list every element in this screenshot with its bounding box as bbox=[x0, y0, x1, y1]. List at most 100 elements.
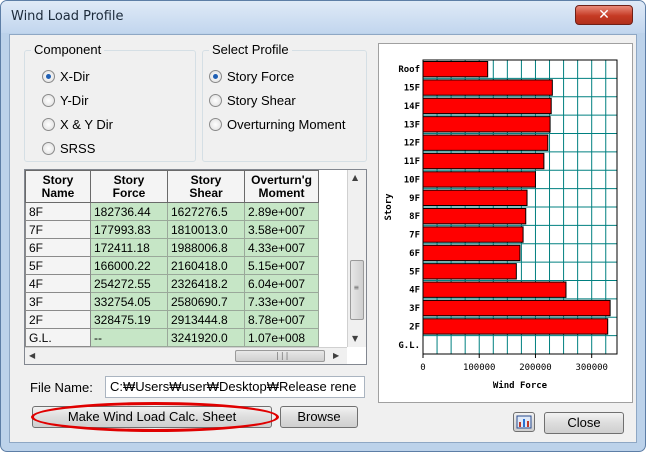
cell-story-force: 166000.22 bbox=[90, 256, 168, 275]
category-label: 6F bbox=[409, 249, 420, 259]
table-row[interactable]: 7F 177993.83 1810013.0 3.58e+007 bbox=[25, 220, 319, 239]
cell-overturning-moment: 1.07e+008 bbox=[244, 328, 319, 347]
cell-overturning-moment: 3.58e+007 bbox=[244, 220, 319, 239]
vertical-scroll-thumb[interactable]: ≡ bbox=[350, 260, 364, 320]
cell-story-name: 5F bbox=[25, 256, 91, 275]
grip-icon: ≡ bbox=[354, 283, 359, 292]
radio-unchecked-icon bbox=[42, 118, 55, 131]
red-highlight-ellipse bbox=[31, 402, 279, 432]
bar bbox=[422, 189, 528, 206]
category-label: 7F bbox=[409, 231, 420, 241]
bar bbox=[422, 79, 553, 96]
horizontal-scroll-thumb[interactable]: ||| bbox=[235, 350, 325, 362]
cell-story-shear: 2580690.7 bbox=[167, 292, 245, 311]
table-row[interactable]: 8F 182736.44 1627276.5 2.89e+007 bbox=[25, 202, 319, 221]
grip-icon: ||| bbox=[275, 351, 290, 360]
title-bar[interactable]: Wind Load Profile ✕ bbox=[1, 1, 645, 33]
radio-srss[interactable]: SRSS bbox=[42, 141, 95, 157]
x-tick-label: 200000 bbox=[519, 363, 552, 373]
radio-xy-dir-label: X & Y Dir bbox=[60, 117, 113, 132]
cell-story-force: 172411.18 bbox=[90, 238, 168, 257]
radio-unchecked-icon bbox=[209, 118, 222, 131]
scroll-right-arrow-icon[interactable]: ▶ bbox=[333, 351, 339, 360]
window-close-button[interactable]: ✕ bbox=[575, 5, 633, 25]
radio-story-shear-label: Story Shear bbox=[227, 93, 296, 108]
radio-y-dir[interactable]: Y-Dir bbox=[42, 93, 88, 109]
select-profile-group-title: Select Profile bbox=[209, 42, 292, 57]
radio-xy-dir[interactable]: X & Y Dir bbox=[42, 117, 113, 133]
scroll-left-arrow-icon[interactable]: ◀ bbox=[29, 351, 35, 360]
bar bbox=[422, 226, 524, 243]
bar bbox=[422, 61, 489, 78]
scroll-up-arrow-icon[interactable]: ▲ bbox=[352, 173, 358, 182]
bar bbox=[422, 281, 567, 298]
header-story-force[interactable]: Story Force bbox=[90, 170, 168, 203]
category-label: 2F bbox=[409, 322, 420, 332]
bar bbox=[422, 134, 549, 151]
bar bbox=[422, 244, 521, 262]
table-row[interactable]: 6F 172411.18 1988006.8 4.33e+007 bbox=[25, 238, 319, 257]
x-axis-label: Wind Force bbox=[493, 380, 548, 391]
cell-overturning-moment: 6.04e+007 bbox=[244, 274, 319, 293]
horizontal-scrollbar[interactable]: ◀ ||| ▶ bbox=[25, 347, 347, 364]
category-label: 11F bbox=[404, 157, 420, 167]
file-name-field[interactable]: C:₩Users₩user₩Desktop₩Release rene bbox=[105, 376, 365, 398]
select-profile-group: Select Profile Story Force Story Shear O… bbox=[202, 42, 367, 162]
bar bbox=[422, 208, 527, 225]
cell-story-force: 332754.05 bbox=[90, 292, 168, 311]
header-overturning-moment[interactable]: Overturn'g Moment bbox=[244, 170, 319, 203]
category-label: 10F bbox=[404, 175, 420, 185]
bar bbox=[422, 299, 611, 317]
file-name-label: File Name: bbox=[30, 380, 93, 395]
cell-story-name: 7F bbox=[25, 220, 91, 239]
cell-story-name: 4F bbox=[25, 274, 91, 293]
chart-view-button[interactable] bbox=[513, 412, 535, 432]
category-label: 9F bbox=[409, 194, 420, 204]
cell-story-name: 3F bbox=[25, 292, 91, 311]
table-header-row: Story Name Story Force Story Shear Overturn… bbox=[25, 170, 319, 203]
radio-x-dir[interactable]: X-Dir bbox=[42, 69, 90, 85]
cell-story-shear: 1627276.5 bbox=[167, 202, 245, 221]
radio-story-force[interactable]: Story Force bbox=[209, 69, 294, 85]
radio-story-shear[interactable]: Story Shear bbox=[209, 93, 296, 109]
wind-force-chart-svg: Roof 15F 14F 13F 12F 11F 10F 9F 8F 7F 6F 5F 4F 3F 2F G.… bbox=[384, 59, 618, 391]
cell-story-shear: 3241920.0 bbox=[167, 328, 245, 347]
radio-srss-label: SRSS bbox=[60, 141, 96, 156]
category-label: 13F bbox=[404, 120, 420, 130]
table-row[interactable]: G.L. -- 3241920.0 1.07e+008 bbox=[25, 328, 319, 347]
radio-overturning-moment-label: Overturning Moment bbox=[227, 117, 346, 132]
browse-button[interactable]: Browse bbox=[280, 406, 358, 428]
radio-unchecked-icon bbox=[42, 142, 55, 155]
cell-story-name: 6F bbox=[25, 238, 91, 257]
x-tick-label: 100000 bbox=[463, 363, 496, 373]
radio-overturning-moment[interactable]: Overturning Moment bbox=[209, 117, 346, 133]
story-data-grid[interactable]: Story Name Story Force Story Shear Overturn… bbox=[24, 169, 367, 365]
table-row[interactable]: 5F 166000.22 2160418.0 5.15e+007 bbox=[25, 256, 319, 275]
cell-story-force: 177993.83 bbox=[90, 220, 168, 239]
bar bbox=[422, 116, 551, 133]
header-story-name[interactable]: Story Name bbox=[25, 170, 91, 203]
cell-overturning-moment: 8.78e+007 bbox=[244, 310, 319, 329]
header-story-shear[interactable]: Story Shear bbox=[167, 170, 245, 203]
y-axis-label: Story bbox=[384, 193, 394, 221]
bar bbox=[422, 97, 552, 115]
table-row[interactable]: 4F 254272.55 2326418.2 6.04e+007 bbox=[25, 274, 319, 293]
category-label: 3F bbox=[409, 304, 420, 314]
cell-story-force: 182736.44 bbox=[90, 202, 168, 221]
category-label: 4F bbox=[409, 286, 420, 296]
scroll-down-arrow-icon[interactable]: ▼ bbox=[352, 334, 358, 343]
bar-chart-icon bbox=[516, 415, 532, 429]
table-row[interactable]: 3F 332754.05 2580690.7 7.33e+007 bbox=[25, 292, 319, 311]
cell-overturning-moment: 5.15e+007 bbox=[244, 256, 319, 275]
category-label: 8F bbox=[409, 212, 420, 222]
category-label: 5F bbox=[409, 267, 420, 277]
table-row[interactable]: 2F 328475.19 2913444.8 8.78e+007 bbox=[25, 310, 319, 329]
cell-story-force: 254272.55 bbox=[90, 274, 168, 293]
vertical-scrollbar[interactable]: ▲ ≡ ▼ bbox=[347, 170, 366, 347]
category-label: Roof bbox=[398, 65, 420, 75]
close-button[interactable]: Close bbox=[544, 412, 624, 434]
cell-overturning-moment: 2.89e+007 bbox=[244, 202, 319, 221]
radio-x-dir-label: X-Dir bbox=[60, 69, 90, 84]
close-icon: ✕ bbox=[598, 7, 610, 23]
component-group-title: Component bbox=[31, 42, 105, 57]
